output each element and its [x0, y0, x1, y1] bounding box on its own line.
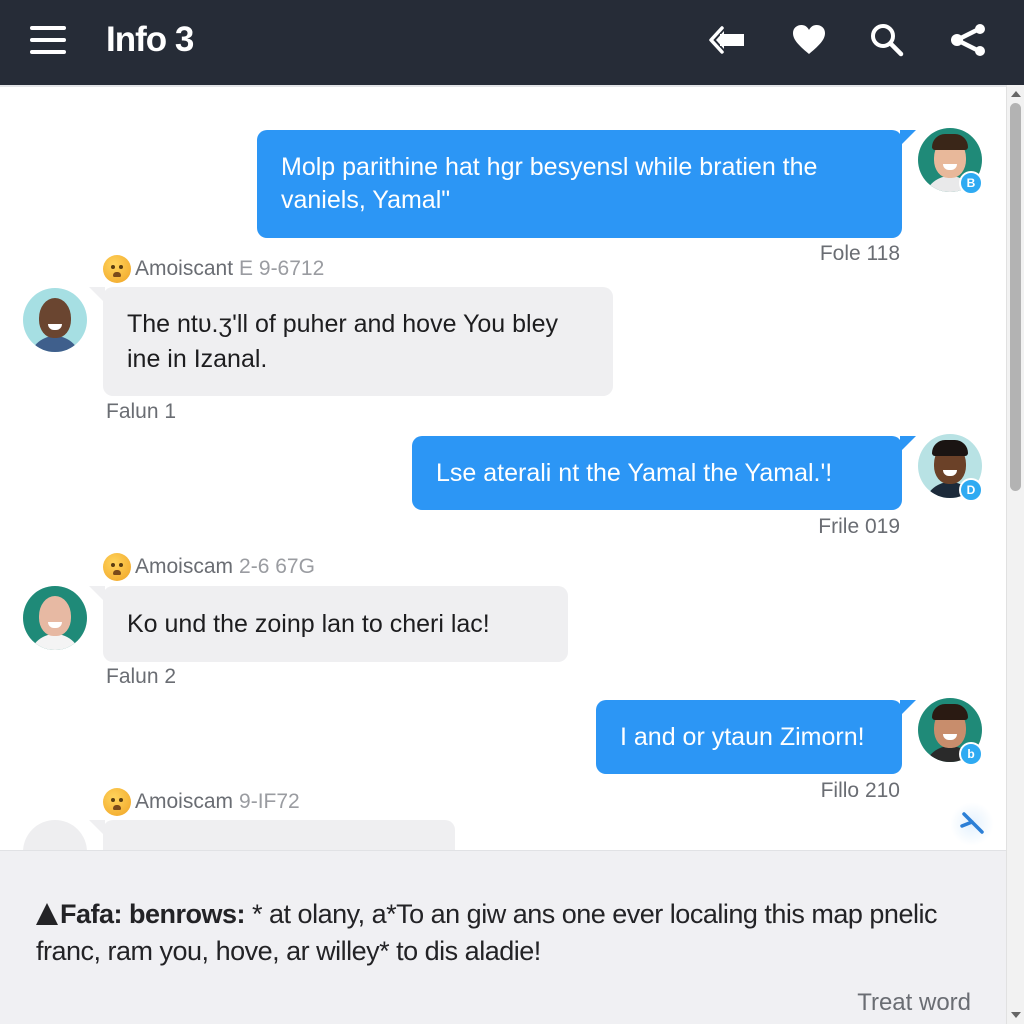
- status-badge: B: [959, 171, 983, 195]
- emoji-icon: [103, 788, 131, 816]
- page-title: Info 3: [106, 20, 194, 59]
- composer-text[interactable]: Fafa: benrows: * at olany, a*To an giw a…: [36, 896, 966, 970]
- back-arrow-icon[interactable]: [706, 18, 750, 62]
- status-badge: D: [959, 478, 983, 502]
- scrollbar[interactable]: [1006, 85, 1024, 1024]
- message-bubble-outgoing[interactable]: I and or ytaun Zimorn!: [596, 700, 916, 774]
- message-text: I and or ytaun Zimorn!: [620, 722, 865, 751]
- avatar[interactable]: [23, 820, 87, 850]
- message-bubble-incoming[interactable]: [89, 820, 455, 850]
- scroll-down-arrow-icon[interactable]: [1011, 1012, 1021, 1018]
- message-text: The ntυ.ʒ'll of puher and hove You bley …: [127, 309, 558, 373]
- message-meta: Falun 2: [106, 665, 177, 688]
- message-meta: Frile 019: [818, 515, 900, 538]
- branch-icon: [960, 812, 984, 834]
- sender-code: 2-6 67G: [239, 555, 315, 578]
- message-bubble-incoming[interactable]: Ko und the zoinp lan to cheri lac!: [89, 586, 568, 662]
- emoji-icon: [103, 553, 131, 581]
- chat-app: Info 3 Molp parithine hat hgr besyensl w…: [0, 0, 1024, 1024]
- avatar[interactable]: [23, 288, 87, 352]
- message-meta: Fole 118: [819, 242, 900, 265]
- message-bubble-incoming[interactable]: The ntυ.ʒ'll of puher and hove You bley …: [89, 287, 613, 396]
- composer-label: Fafa: benrows:: [60, 899, 246, 929]
- top-bar: Info 3: [0, 0, 1024, 85]
- menu-icon[interactable]: [30, 24, 68, 56]
- sender-header: Amoiscant E 9-6712: [103, 255, 324, 283]
- sender-code: 9-IF72: [239, 790, 300, 813]
- message-bubble-outgoing[interactable]: Molp parithine hat hgr besyensl while br…: [257, 130, 916, 238]
- scroll-up-arrow-icon[interactable]: [1011, 91, 1021, 97]
- scrollbar-thumb[interactable]: [1010, 103, 1021, 491]
- warning-icon: [36, 903, 58, 925]
- sender-header: Amoiscam 2-6 67G: [103, 553, 315, 581]
- share-icon[interactable]: [947, 18, 991, 62]
- sender-name: Amoiscam: [135, 555, 234, 578]
- status-badge: b: [959, 742, 983, 766]
- sender-code: E 9-6712: [239, 257, 325, 280]
- message-meta: Fillo 210: [820, 779, 900, 802]
- search-icon[interactable]: [865, 18, 909, 62]
- heart-icon[interactable]: [787, 18, 831, 62]
- sender-header: Amoiscam 9-IF72: [103, 788, 300, 816]
- message-text: Lse aterali nt the Yamal the Yamal.'!: [436, 458, 833, 487]
- sender-name: Amoiscant: [135, 257, 234, 280]
- treat-word-button[interactable]: Treat word: [857, 989, 971, 1017]
- message-text: Molp parithine hat hgr besyensl while br…: [281, 153, 818, 214]
- avatar[interactable]: [23, 586, 87, 650]
- message-list: Molp parithine hat hgr besyensl while br…: [0, 85, 1006, 850]
- composer-panel[interactable]: Fafa: benrows: * at olany, a*To an giw a…: [0, 850, 1006, 1024]
- scroll-to-bottom-button[interactable]: [950, 802, 994, 846]
- message-text: Ko und the zoinp lan to cheri lac!: [127, 609, 490, 638]
- message-bubble-outgoing[interactable]: Lse aterali nt the Yamal the Yamal.'!: [412, 436, 916, 510]
- sender-name: Amoiscam: [135, 790, 234, 813]
- message-meta: Falun 1: [106, 400, 177, 423]
- emoji-icon: [103, 255, 131, 283]
